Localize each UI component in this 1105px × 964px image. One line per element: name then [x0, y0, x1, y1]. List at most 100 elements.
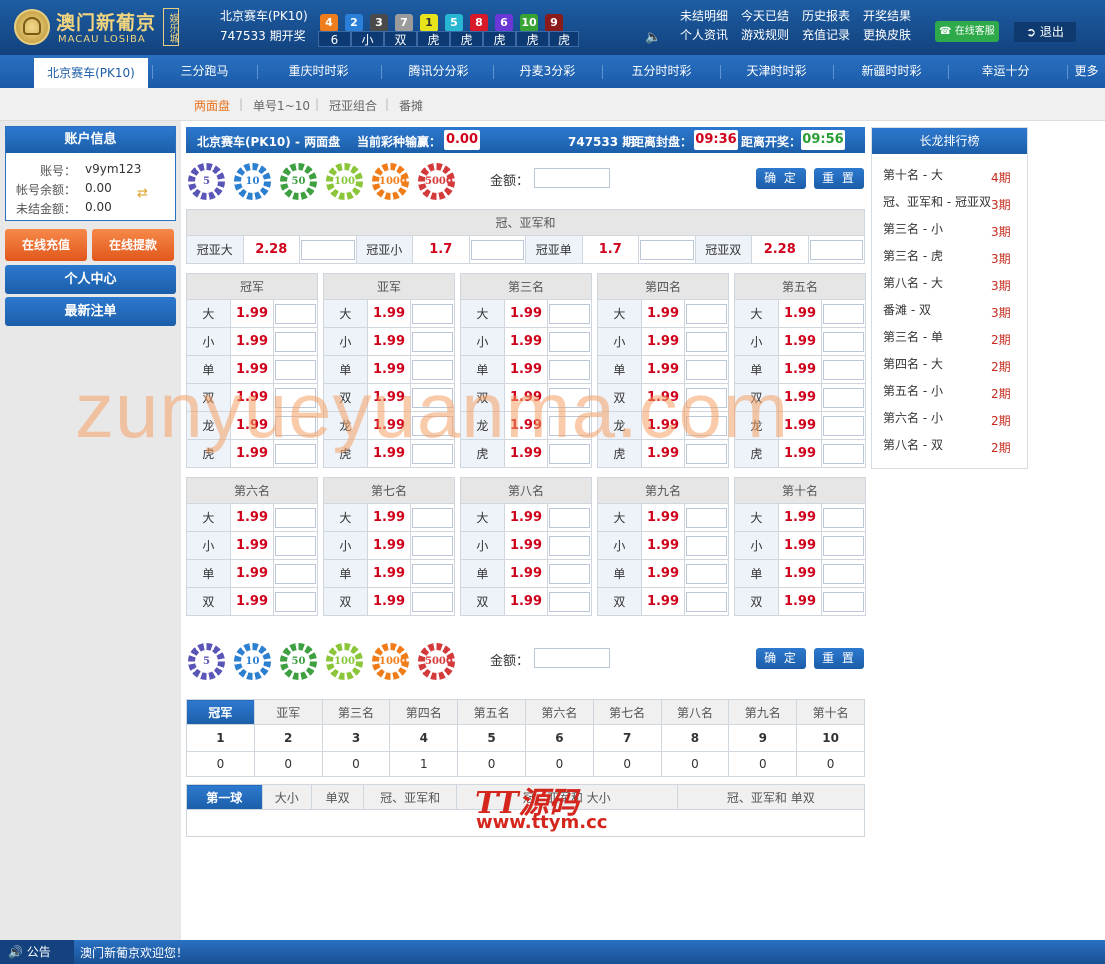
logout-button[interactable]: ➲ 退出 [1014, 22, 1076, 42]
nav-tab[interactable]: 北京赛车(PK10) [34, 58, 148, 88]
nav-tab[interactable]: 天津时时彩 [721, 55, 832, 88]
bet-input[interactable] [410, 299, 455, 328]
confirm-button[interactable]: 确 定 [756, 168, 806, 189]
chip-10[interactable]: 10 [234, 163, 271, 200]
withdraw-button[interactable]: 在线提款 [92, 229, 174, 261]
amount-input[interactable] [534, 648, 610, 668]
bet-input[interactable] [821, 327, 866, 356]
header-link[interactable]: 今天已结 [741, 7, 789, 24]
reset-button[interactable]: 重 置 [814, 168, 864, 189]
chip-100[interactable]: 100 [326, 163, 363, 200]
header-link[interactable]: 充值记录 [802, 26, 850, 43]
bet-input[interactable] [684, 327, 729, 356]
nav-tab[interactable]: 重庆时时彩 [258, 55, 379, 88]
bet-input[interactable] [410, 587, 455, 616]
stats-tab[interactable]: 第五名 [457, 699, 526, 725]
bet-input[interactable] [821, 503, 866, 532]
bet-input[interactable] [821, 383, 866, 412]
subnav-tab[interactable]: 单号1~10 [253, 97, 310, 114]
bet-input[interactable] [547, 327, 592, 356]
chip-5[interactable]: 5 [188, 643, 225, 680]
chip-50[interactable]: 50 [280, 163, 317, 200]
bet-input[interactable] [821, 531, 866, 560]
latest-bets-button[interactable]: 最新注单 [5, 297, 176, 326]
chip-10[interactable]: 10 [234, 643, 271, 680]
sound-icon[interactable]: 🔈 [645, 30, 661, 46]
header-link[interactable]: 个人资讯 [680, 26, 728, 43]
bet-input[interactable] [821, 299, 866, 328]
chip-50[interactable]: 50 [280, 643, 317, 680]
amount-input[interactable] [534, 168, 610, 188]
trend-tab[interactable]: 冠、亚军和 [363, 784, 457, 810]
bet-input[interactable] [684, 559, 729, 588]
bet-input[interactable] [821, 355, 866, 384]
stats-tab[interactable]: 第九名 [728, 699, 798, 725]
nav-tab[interactable]: 丹麦3分彩 [494, 55, 601, 88]
refresh-icon[interactable]: ⇄ [137, 186, 148, 201]
confirm-button[interactable]: 确 定 [756, 648, 806, 669]
stats-tab[interactable]: 第八名 [660, 699, 730, 725]
header-link[interactable]: 更换皮肤 [863, 26, 911, 43]
reset-button[interactable]: 重 置 [814, 648, 864, 669]
bet-input[interactable] [821, 439, 866, 468]
bet-input[interactable] [684, 299, 729, 328]
subnav-tab[interactable]: 冠亚组合 [329, 97, 377, 114]
sum-bet-input[interactable] [468, 235, 526, 264]
sum-bet-input[interactable] [638, 235, 696, 264]
bet-input[interactable] [547, 299, 592, 328]
subnav-tab[interactable]: 番摊 [399, 97, 423, 114]
nav-tab[interactable]: 更多 [1068, 55, 1105, 88]
nav-tab[interactable]: 腾讯分分彩 [382, 55, 495, 88]
stats-tab[interactable]: 冠军 [186, 699, 255, 725]
trend-tab[interactable]: 单双 [310, 784, 365, 810]
bet-input[interactable] [273, 503, 318, 532]
chip-5[interactable]: 5 [188, 163, 225, 200]
online-service-button[interactable]: ☎ 在线客服 [935, 21, 999, 42]
trend-tab[interactable]: 大小 [261, 784, 312, 810]
nav-tab[interactable]: 新疆时时彩 [834, 55, 949, 88]
bet-input[interactable] [273, 327, 318, 356]
nav-tab[interactable]: 三分跑马 [153, 55, 256, 88]
stats-tab[interactable]: 第十名 [796, 699, 865, 725]
bet-input[interactable] [410, 559, 455, 588]
header-link[interactable]: 游戏规则 [741, 26, 789, 43]
recharge-button[interactable]: 在线充值 [5, 229, 87, 261]
header-link[interactable]: 历史报表 [802, 7, 850, 24]
stats-tab[interactable]: 亚军 [253, 699, 323, 725]
chip-100[interactable]: 100 [326, 643, 363, 680]
chip-1000[interactable]: 1000 [372, 163, 409, 200]
bet-input[interactable] [410, 531, 455, 560]
bet-input[interactable] [684, 503, 729, 532]
stats-tab[interactable]: 第六名 [524, 699, 594, 725]
stats-tab[interactable]: 第四名 [389, 699, 459, 725]
site-logo[interactable]: 澳门新葡京 MACAU LOSIBA 娱乐城 [14, 6, 182, 48]
bet-input[interactable] [821, 559, 866, 588]
bet-input[interactable] [547, 531, 592, 560]
nav-tab[interactable]: 五分时时彩 [603, 55, 720, 88]
header-link[interactable]: 未结明细 [680, 7, 728, 24]
stats-tab[interactable]: 第三名 [321, 699, 391, 725]
sum-bet-input[interactable] [299, 235, 357, 264]
bet-input[interactable] [273, 299, 318, 328]
subnav-tab[interactable]: 两面盘 [194, 97, 230, 114]
chip-5000[interactable]: 5000 [418, 643, 455, 680]
bet-input[interactable] [273, 587, 318, 616]
announcement-message[interactable]: 澳门新葡京欢迎您！ [80, 944, 188, 961]
bet-input[interactable] [684, 531, 729, 560]
bet-input[interactable] [547, 587, 592, 616]
chip-1000[interactable]: 1000 [372, 643, 409, 680]
header-link[interactable]: 开奖结果 [863, 7, 911, 24]
bet-input[interactable] [821, 411, 866, 440]
bet-input[interactable] [547, 503, 592, 532]
trend-tab[interactable]: 冠、亚军和 单双 [676, 784, 866, 810]
stats-tab[interactable]: 第七名 [592, 699, 662, 725]
bet-input[interactable] [273, 559, 318, 588]
sum-bet-input[interactable] [807, 235, 865, 264]
trend-tab[interactable]: 第一球 [186, 784, 263, 810]
bet-input[interactable] [410, 503, 455, 532]
chip-5000[interactable]: 5000 [418, 163, 455, 200]
bet-input[interactable] [684, 587, 729, 616]
bet-input[interactable] [410, 327, 455, 356]
user-center-button[interactable]: 个人中心 [5, 265, 176, 294]
bet-input[interactable] [547, 559, 592, 588]
